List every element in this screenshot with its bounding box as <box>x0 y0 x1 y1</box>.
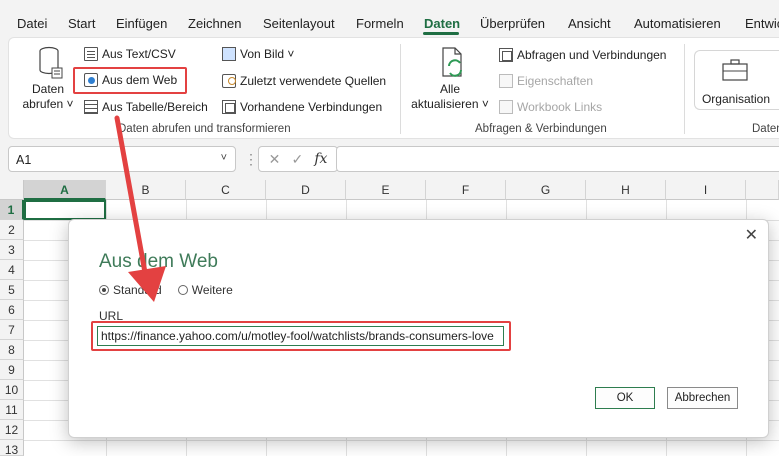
dialog-title: Aus dem Web <box>99 251 218 272</box>
recent-sources-label: Zuletzt verwendete Quellen <box>240 74 387 88</box>
column-header-j[interactable] <box>746 180 779 200</box>
from-picture-label: Von Bild ˅ <box>240 47 295 61</box>
refresh-all-button[interactable]: Alle aktualisieren ˅ <box>410 82 490 112</box>
insert-function-icon[interactable]: fx <box>314 151 327 167</box>
name-box-value: A1 <box>16 153 32 167</box>
workbook-links-label: Workbook Links <box>517 100 603 114</box>
column-header-a[interactable]: A <box>24 180 106 200</box>
select-all-corner[interactable] <box>0 180 24 200</box>
url-highlight <box>91 321 511 351</box>
database-icon <box>39 46 63 79</box>
from-web-highlight <box>73 67 187 94</box>
get-data-button[interactable]: Daten abrufen ˅ <box>18 82 78 112</box>
tab-einfuegen[interactable]: Einfügen <box>116 16 167 31</box>
enter-icon[interactable]: ✓ <box>291 151 303 168</box>
existing-connections-button[interactable]: Vorhandene Verbindungen <box>222 100 382 114</box>
existing-connections-label: Vorhandene Verbindungen <box>240 100 383 114</box>
column-header-f[interactable]: F <box>426 180 506 200</box>
formula-bar: A1 ˅ ⋮ ✕ ✓ fx <box>8 146 779 174</box>
from-text-csv-button[interactable]: Aus Text/CSV <box>84 47 176 61</box>
properties-icon <box>499 74 513 88</box>
row-header[interactable]: 3 <box>0 240 24 260</box>
get-data-label-1: Daten <box>31 82 65 96</box>
radio-standard-label: Standard <box>113 283 162 297</box>
connections-icon <box>222 100 236 114</box>
tab-daten[interactable]: Daten <box>424 16 460 31</box>
grid-line <box>24 440 779 441</box>
properties-label: Eigenschaften <box>517 74 594 88</box>
table-icon <box>84 100 98 114</box>
recent-clock-icon <box>222 74 236 88</box>
menu-bar: Datei Start Einfügen Zeichnen Seitenlayo… <box>0 0 779 35</box>
row-header[interactable]: 2 <box>0 220 24 240</box>
tab-ueberpruefen[interactable]: Überprüfen <box>480 16 545 31</box>
from-table-label: Aus Tabelle/Bereich <box>102 100 208 114</box>
ok-button[interactable]: OK <box>595 387 655 409</box>
column-header-h[interactable]: H <box>586 180 666 200</box>
formula-actions: ✕ ✓ fx <box>258 146 338 172</box>
group-label-queries: Abfragen & Verbindungen <box>475 123 607 135</box>
tab-ansicht[interactable]: Ansicht <box>568 16 611 31</box>
ribbon-separator <box>684 44 685 134</box>
tab-datei[interactable]: Datei <box>17 16 47 31</box>
tab-zeichnen[interactable]: Zeichnen <box>188 16 241 31</box>
group-label-get-transform: Daten abrufen und transformieren <box>118 123 291 135</box>
from-text-csv-label: Aus Text/CSV <box>102 47 176 61</box>
workbook-links-icon <box>499 100 513 114</box>
row-header[interactable]: 6 <box>0 300 24 320</box>
row-header[interactable]: 7 <box>0 320 24 340</box>
row-header[interactable]: 10 <box>0 380 24 400</box>
column-header-b[interactable]: B <box>106 180 186 200</box>
queries-connections-button[interactable]: Abfragen und Verbindungen <box>499 48 666 62</box>
ribbon-separator <box>400 44 401 134</box>
column-header-d[interactable]: D <box>266 180 346 200</box>
row-header[interactable]: 4 <box>0 260 24 280</box>
radio-advanced-label: Weitere <box>191 283 233 297</box>
row-header[interactable]: 9 <box>0 360 24 380</box>
mode-radio-group: Standard Weitere <box>99 283 233 297</box>
active-cell-a1[interactable] <box>24 200 106 220</box>
properties-button[interactable]: Eigenschaften <box>499 74 593 88</box>
column-header-i[interactable]: I <box>666 180 746 200</box>
row-header[interactable]: 12 <box>0 420 24 440</box>
tab-seitenlayout[interactable]: Seitenlayout <box>263 16 335 31</box>
refresh-all-label-1: Alle <box>439 82 460 96</box>
active-tab-indicator <box>423 32 459 35</box>
from-table-button[interactable]: Aus Tabelle/Bereich <box>84 100 208 114</box>
group-label-daten: Daten <box>752 123 779 135</box>
column-header-c[interactable]: C <box>186 180 266 200</box>
from-picture-button[interactable]: Von Bild ˅ <box>222 47 294 61</box>
get-data-label-2: abrufen ˅ <box>22 97 74 111</box>
tab-automatisieren[interactable]: Automatisieren <box>634 16 721 31</box>
more-dots-icon: ⋮ <box>244 151 258 167</box>
tab-entwicklertools[interactable]: Entwic <box>745 16 779 31</box>
column-header-e[interactable]: E <box>346 180 426 200</box>
close-icon[interactable]: ✕ <box>745 225 758 245</box>
queries-connections-label: Abfragen und Verbindungen <box>517 48 667 62</box>
cancel-button[interactable]: Abbrechen <box>667 387 738 409</box>
formula-input[interactable] <box>336 146 779 172</box>
row-header[interactable]: 13 <box>0 440 24 456</box>
text-file-icon <box>84 47 98 61</box>
refresh-all-label-2: aktualisieren ˅ <box>411 97 489 111</box>
refresh-all-icon <box>442 47 462 77</box>
tab-start[interactable]: Start <box>68 16 95 31</box>
row-header[interactable]: 8 <box>0 340 24 360</box>
queries-icon <box>499 48 513 62</box>
workbook-links-button[interactable]: Workbook Links <box>499 100 602 114</box>
picture-icon <box>222 47 236 61</box>
row-header[interactable]: 1 <box>0 200 24 220</box>
column-header-g[interactable]: G <box>506 180 586 200</box>
name-box[interactable]: A1 ˅ <box>8 146 236 172</box>
radio-standard[interactable] <box>99 285 109 295</box>
chevron-down-icon[interactable]: ˅ <box>221 152 227 164</box>
row-header[interactable]: 5 <box>0 280 24 300</box>
organisation-label: Organisation <box>701 92 771 106</box>
briefcase-icon <box>722 59 748 81</box>
cancel-icon[interactable]: ✕ <box>269 151 281 168</box>
row-header[interactable]: 11 <box>0 400 24 420</box>
recent-sources-button[interactable]: Zuletzt verwendete Quellen <box>222 74 386 88</box>
radio-advanced[interactable] <box>177 285 188 295</box>
tab-formeln[interactable]: Formeln <box>356 16 404 31</box>
